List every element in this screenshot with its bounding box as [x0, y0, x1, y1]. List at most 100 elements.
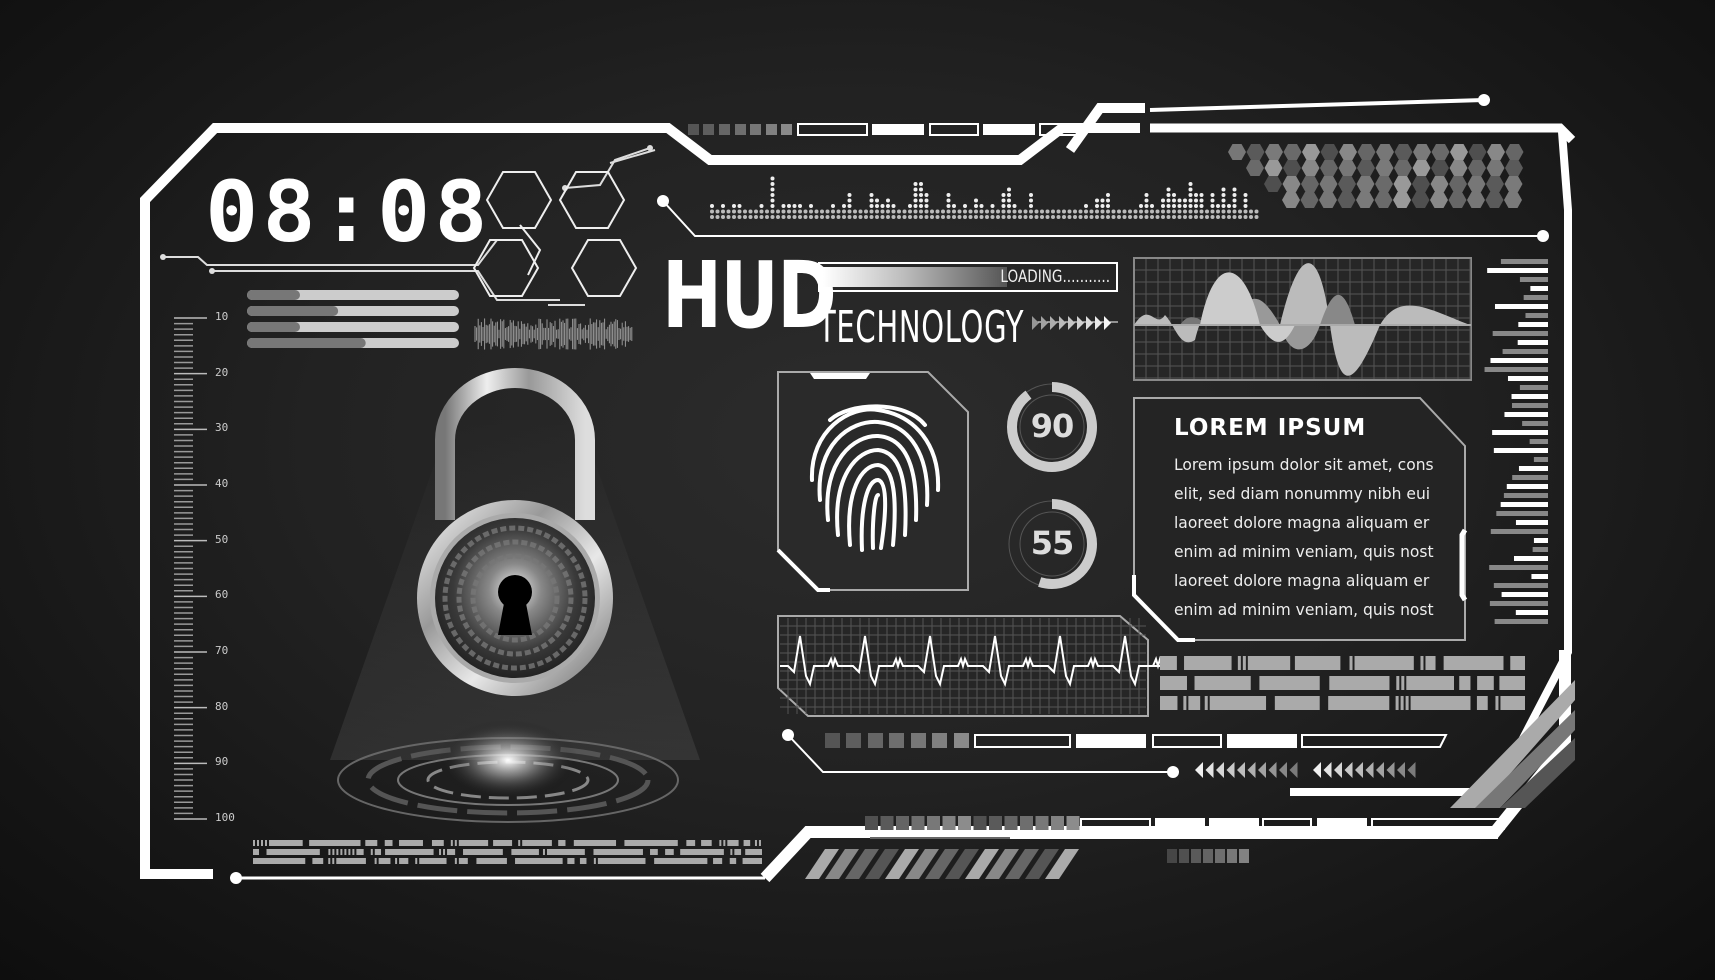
- eq-dot: [1139, 209, 1143, 214]
- eq-dot: [1040, 209, 1044, 214]
- barcode-bar: [1329, 676, 1390, 690]
- eq-dot: [1117, 215, 1121, 219]
- barcode-bar: [701, 840, 712, 846]
- eq-dot: [1216, 204, 1220, 208]
- eq-dot: [1221, 198, 1226, 203]
- eq-dot: [1210, 198, 1215, 203]
- eq-dot: [908, 209, 912, 214]
- barcode-bar: [309, 840, 361, 846]
- barcode-bar: [340, 849, 343, 855]
- dot-equalizer: [710, 176, 1259, 219]
- eq-dot: [886, 204, 890, 208]
- eq-dot: [930, 215, 934, 219]
- barcode-bar: [1160, 676, 1187, 690]
- barcode-bar: [450, 840, 453, 846]
- barcode-bar: [257, 840, 259, 846]
- hex-cell: [1449, 160, 1468, 176]
- level-bar: [1506, 484, 1548, 489]
- eq-dot: [743, 215, 747, 219]
- eq-dot: [880, 209, 885, 214]
- barcode-bar: [1443, 656, 1504, 670]
- eq-dot: [820, 209, 824, 214]
- barcode-bar: [269, 840, 303, 846]
- barcode-bar: [1420, 656, 1424, 670]
- eq-dot: [1001, 204, 1006, 208]
- eq-dot: [1249, 215, 1253, 219]
- eq-dot: [1150, 209, 1154, 214]
- glow: [438, 720, 578, 800]
- eq-dot: [946, 209, 951, 214]
- segment-square: [911, 816, 925, 830]
- hex-cell: [1394, 160, 1412, 176]
- hex-cell: [1357, 160, 1375, 176]
- eq-dot: [858, 215, 863, 219]
- level-bar: [1494, 619, 1548, 624]
- eq-dot: [1183, 215, 1187, 219]
- hex-cell: [1468, 144, 1487, 160]
- segment-square: [989, 816, 1002, 830]
- eq-dot: [946, 215, 951, 219]
- slash-stripes: [805, 849, 1079, 879]
- eq-dot: [1199, 215, 1204, 219]
- info-panel-line: enim ad minim veniam, quis nost: [1174, 542, 1434, 561]
- hex-cell: [1264, 176, 1282, 192]
- eq-dot: [853, 209, 857, 214]
- barcode-bar: [1395, 696, 1399, 710]
- eq-dot: [1067, 215, 1072, 219]
- eq-dot: [842, 215, 846, 219]
- eq-dot: [1166, 187, 1171, 192]
- hex-cell: [1301, 160, 1320, 176]
- eq-dot: [781, 204, 786, 208]
- barcode-bar: [522, 840, 552, 846]
- barcode-bar: [253, 840, 255, 846]
- hex-cell: [1412, 176, 1430, 192]
- eq-dot: [847, 193, 852, 197]
- eq-dot: [836, 215, 841, 219]
- barcode-bar: [1209, 696, 1267, 710]
- barcode-bar: [1400, 696, 1404, 710]
- hex-cell: [1375, 176, 1393, 192]
- eq-dot: [919, 198, 923, 203]
- hex-cell: [1504, 176, 1523, 192]
- barcode-bar: [650, 849, 658, 855]
- barcode-bar: [579, 858, 587, 864]
- eq-dot: [1216, 209, 1220, 214]
- eq-dot: [1133, 209, 1138, 214]
- eq-dot: [1106, 209, 1110, 214]
- barcode-bar: [395, 858, 398, 864]
- barcode-bar: [1410, 696, 1471, 710]
- level-bar: [1518, 466, 1548, 471]
- eq-dot: [1084, 204, 1088, 208]
- eq-dot: [1183, 204, 1187, 208]
- eq-dot: [1117, 209, 1121, 214]
- hex-cell: [1282, 176, 1301, 192]
- eq-dot: [792, 215, 797, 219]
- eq-dot: [891, 209, 896, 214]
- eq-dot: [919, 215, 923, 219]
- barcode-bar: [328, 858, 331, 864]
- hex-honeycomb: [1228, 144, 1524, 208]
- hud-frame: [140, 94, 1576, 884]
- eq-dot: [968, 209, 973, 214]
- eq-dot: [1144, 198, 1149, 203]
- barcode-bar: [365, 840, 378, 846]
- eq-dot: [1051, 215, 1055, 219]
- eq-dot: [737, 204, 742, 208]
- eq-dot: [913, 182, 918, 186]
- hex-cell: [1467, 176, 1486, 192]
- eq-dot: [1007, 193, 1011, 197]
- eq-dot: [1254, 209, 1259, 214]
- barcode-bar: [1294, 656, 1341, 670]
- eq-dot: [809, 209, 813, 214]
- eq-dot: [1062, 215, 1066, 219]
- eq-dot: [1023, 215, 1028, 219]
- eq-dot: [979, 209, 984, 214]
- digital-clock: 08:08: [205, 163, 492, 261]
- eq-dot: [1007, 198, 1011, 203]
- eq-dot: [1078, 209, 1083, 214]
- eq-dot: [825, 209, 830, 214]
- hex-cell: [1393, 176, 1412, 192]
- eq-dot: [1029, 193, 1033, 197]
- eq-dot: [974, 204, 978, 208]
- eq-dot: [803, 209, 808, 214]
